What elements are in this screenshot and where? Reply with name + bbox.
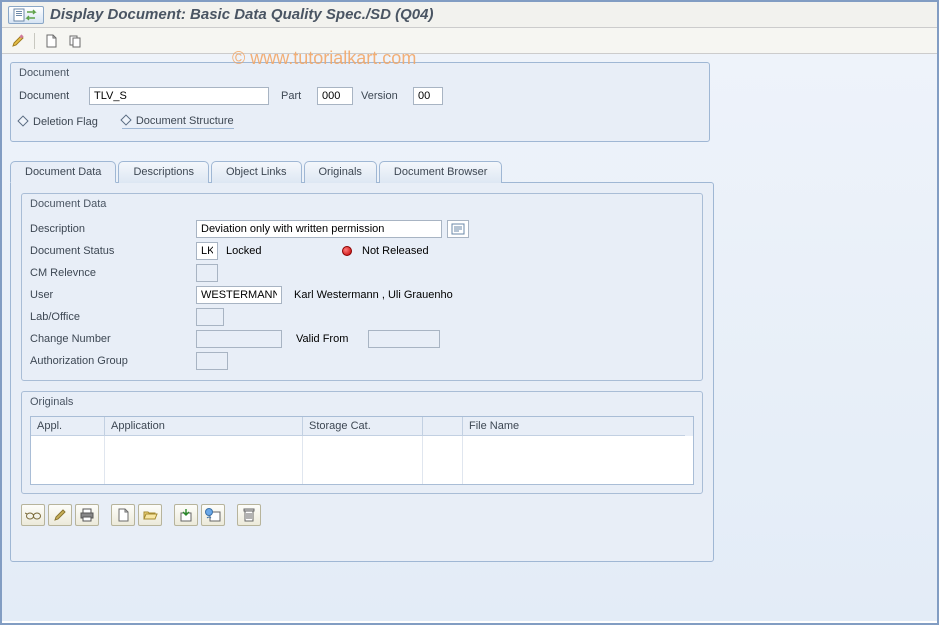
col-file-name[interactable]: File Name xyxy=(463,417,685,436)
user-input[interactable] xyxy=(196,286,282,304)
valid-from-label: Valid From xyxy=(296,333,362,345)
status-code-input[interactable] xyxy=(196,242,218,260)
tab-strip: Document Data Descriptions Object Links … xyxy=(10,160,929,182)
user-full-name: Karl Westermann , Uli Grauenho xyxy=(294,289,453,301)
app-menu-icon[interactable] xyxy=(8,6,44,24)
status-release: Not Released xyxy=(362,245,429,257)
toolbar xyxy=(2,28,937,54)
lab-label: Lab/Office xyxy=(30,311,190,323)
tab-document-browser[interactable]: Document Browser xyxy=(379,161,503,183)
tab-panel: Document Data Description Document Statu… xyxy=(10,182,714,562)
col-application[interactable]: Application xyxy=(105,417,303,436)
new-doc-button[interactable] xyxy=(41,31,61,51)
diamond-icon xyxy=(120,114,131,125)
tab-document-data[interactable]: Document Data xyxy=(10,161,116,183)
document-header-group: Document Document Part Version Deletion … xyxy=(10,62,710,142)
title-bar: Display Document: Basic Data Quality Spe… xyxy=(2,2,937,28)
create-button[interactable] xyxy=(111,504,135,526)
valid-from-input[interactable] xyxy=(368,330,440,348)
cm-input[interactable] xyxy=(196,264,218,282)
version-input[interactable] xyxy=(413,87,443,105)
status-label: Document Status xyxy=(30,245,190,257)
document-input[interactable] xyxy=(89,87,269,105)
description-input[interactable] xyxy=(196,220,442,238)
main-content: © www.tutorialkart.com Document Document… xyxy=(2,54,937,621)
table-body[interactable] xyxy=(31,436,693,484)
diamond-icon xyxy=(17,115,28,126)
description-label: Description xyxy=(30,223,190,235)
doc-data-title: Document Data xyxy=(22,194,702,218)
doc-data-group: Document Data Description Document Statu… xyxy=(21,193,703,381)
edit-button[interactable] xyxy=(8,31,28,51)
delete-button[interactable] xyxy=(237,504,261,526)
originals-table: Appl. Application Storage Cat. File Name xyxy=(30,416,694,485)
part-input[interactable] xyxy=(317,87,353,105)
col-storage-cat[interactable]: Storage Cat. xyxy=(303,417,423,436)
open-button[interactable] xyxy=(138,504,162,526)
col-appl[interactable]: Appl. xyxy=(31,417,105,436)
status-indicator-icon xyxy=(342,246,352,256)
user-label: User xyxy=(30,289,190,301)
lab-input[interactable] xyxy=(196,308,224,326)
page-title: Display Document: Basic Data Quality Spe… xyxy=(50,6,433,23)
auth-input[interactable] xyxy=(196,352,228,370)
print-button[interactable] xyxy=(75,504,99,526)
change-label: Change Number xyxy=(30,333,190,345)
checkin-button[interactable] xyxy=(174,504,198,526)
col-blank[interactable] xyxy=(423,417,463,436)
long-text-button[interactable] xyxy=(447,220,469,238)
checkout-button[interactable] xyxy=(201,504,225,526)
tab-originals[interactable]: Originals xyxy=(304,161,377,183)
status-text: Locked xyxy=(226,245,336,257)
originals-group: Originals Appl. Application Storage Cat.… xyxy=(21,391,703,494)
change-input[interactable] xyxy=(196,330,282,348)
edit-original-button[interactable] xyxy=(48,504,72,526)
toolbar-separator xyxy=(34,33,35,49)
display-button[interactable] xyxy=(21,504,45,526)
part-label: Part xyxy=(281,90,311,102)
auth-label: Authorization Group xyxy=(30,355,190,367)
tab-object-links[interactable]: Object Links xyxy=(211,161,302,183)
document-structure-link[interactable]: Document Structure xyxy=(122,115,234,129)
originals-button-row xyxy=(21,504,703,526)
document-label: Document xyxy=(19,90,83,102)
version-label: Version xyxy=(361,90,407,102)
document-group-title: Document xyxy=(11,63,709,85)
copy-button[interactable] xyxy=(65,31,85,51)
cm-label: CM Relevnce xyxy=(30,267,190,279)
deletion-flag[interactable]: Deletion Flag xyxy=(19,116,98,128)
tab-descriptions[interactable]: Descriptions xyxy=(118,161,209,183)
table-header: Appl. Application Storage Cat. File Name xyxy=(31,417,693,436)
originals-title: Originals xyxy=(22,392,702,416)
